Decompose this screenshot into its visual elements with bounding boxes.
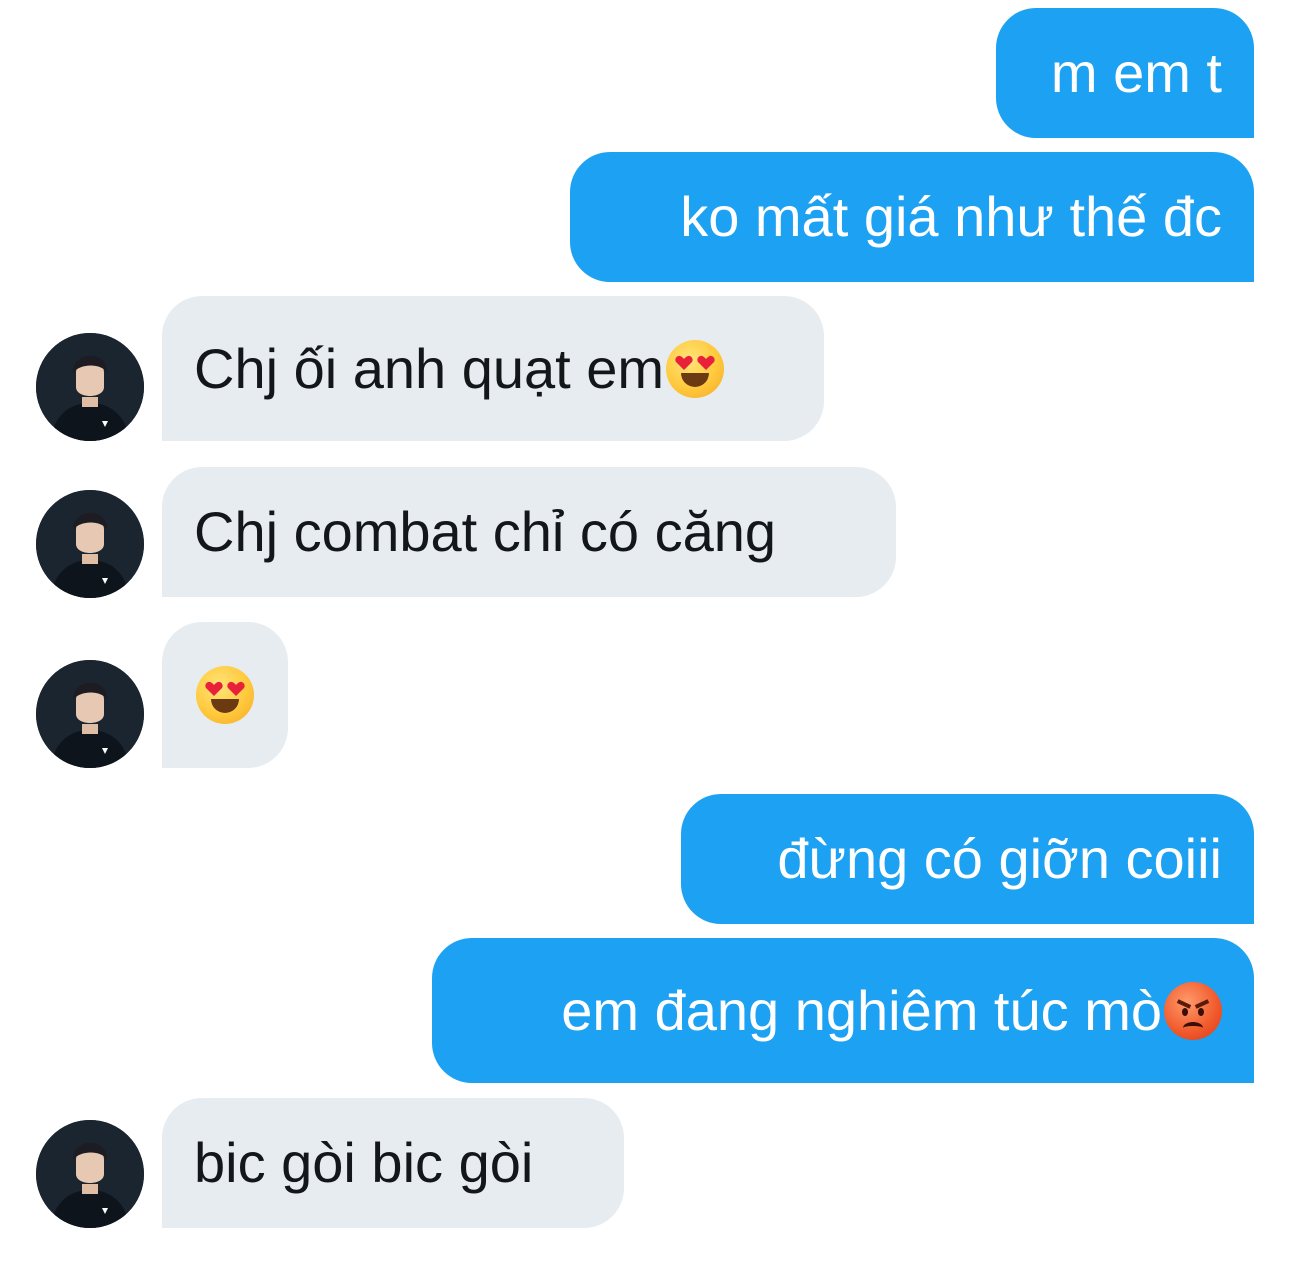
message-text: ko mất giá như thế đc [680, 185, 1222, 248]
contact-avatar[interactable] [36, 1120, 144, 1228]
outgoing-message[interactable]: m em t [996, 8, 1254, 138]
angry-face-emoji [1164, 981, 1222, 1040]
contact-avatar[interactable] [36, 333, 144, 441]
incoming-message[interactable] [162, 622, 288, 768]
message-text: bic gòi bic gòi [194, 1131, 534, 1194]
avatar-photo [36, 333, 144, 441]
contact-avatar[interactable] [36, 660, 144, 768]
outgoing-message[interactable]: em đang nghiêm túc mò [432, 938, 1254, 1083]
message-text: Chj combat chỉ có căng [194, 500, 777, 563]
message-text: Chj ối anh quạt em [194, 336, 665, 400]
contact-avatar[interactable] [36, 490, 144, 598]
avatar-photo [36, 660, 144, 768]
incoming-message[interactable]: Chj ối anh quạt em [162, 296, 824, 441]
avatar-photo [36, 1120, 144, 1228]
heart-eyes-emoji [666, 339, 725, 398]
incoming-message[interactable]: Chj combat chỉ có căng [162, 467, 896, 597]
incoming-message[interactable]: bic gòi bic gòi [162, 1098, 624, 1228]
message-text: m em t [1050, 41, 1222, 104]
avatar-photo [36, 490, 144, 598]
message-text: em đang nghiêm túc mò [561, 978, 1162, 1042]
heart-eyes-emoji [196, 666, 254, 724]
outgoing-message[interactable]: đừng có giỡn coiii [681, 794, 1254, 924]
message-text: đừng có giỡn coiii [777, 827, 1222, 890]
conversation-thread: m em t ko mất giá như thế đc Chj ối anh … [0, 0, 1290, 1267]
outgoing-message[interactable]: ko mất giá như thế đc [570, 152, 1254, 282]
